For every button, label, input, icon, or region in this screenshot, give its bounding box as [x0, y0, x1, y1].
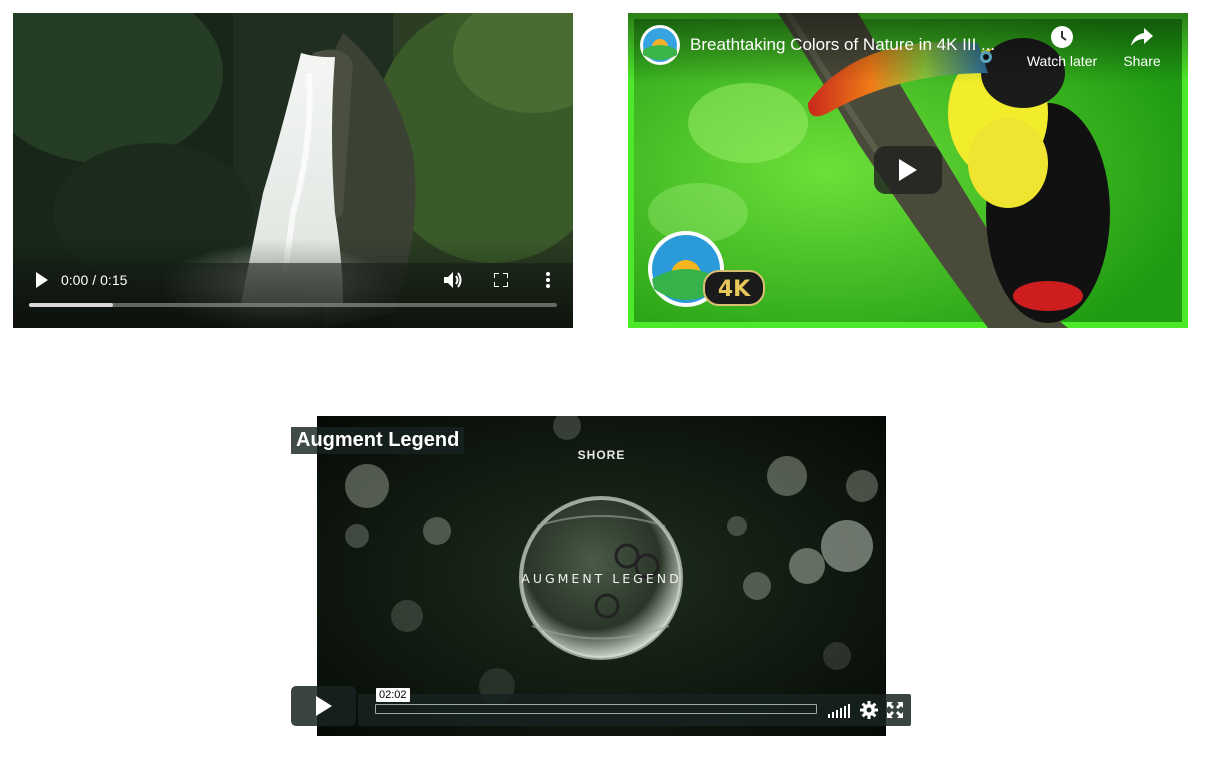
video-title-link[interactable]: Augment Legend: [291, 427, 465, 454]
fullscreen-button[interactable]: [491, 270, 511, 290]
volume-control[interactable]: [828, 702, 852, 718]
time-separator: /: [92, 272, 97, 288]
control-bar: 02:02: [358, 688, 911, 726]
duration: 0:15: [100, 272, 128, 288]
play-button[interactable]: [31, 269, 53, 291]
volume-icon: [444, 272, 462, 288]
channel-avatar-icon[interactable]: [640, 25, 680, 65]
settings-button[interactable]: [860, 701, 878, 719]
share-button[interactable]: Share: [1102, 25, 1182, 69]
vimeo-player[interactable]: SHORE AUGMENT LEGEND Augment Legend 02:0…: [291, 416, 911, 736]
play-icon: [899, 159, 917, 181]
4k-badge: 4K: [718, 277, 751, 302]
native-video-player[interactable]: 0:00 / 0:15: [13, 13, 573, 328]
fullscreen-icon: [887, 702, 903, 718]
video-title-link[interactable]: Breathtaking Colors of Nature in 4K III …: [690, 35, 1010, 55]
play-icon: [36, 272, 48, 288]
mute-button[interactable]: [441, 269, 465, 291]
video-center-title: AUGMENT LEGEND: [521, 571, 682, 586]
current-time: 0:00: [61, 272, 89, 288]
watch-later-label: Watch later: [1026, 53, 1098, 69]
clock-icon: [1051, 26, 1073, 48]
fullscreen-icon: [494, 273, 508, 287]
youtube-embed-player[interactable]: Breathtaking Colors of Nature in 4K III …: [628, 13, 1188, 328]
buffered-range: [29, 303, 113, 307]
time-tooltip: 02:02: [376, 688, 410, 702]
share-arrow-icon: [1131, 28, 1153, 46]
fullscreen-button[interactable]: [887, 702, 903, 718]
progress-bar[interactable]: 02:02: [375, 688, 817, 714]
more-options-button[interactable]: [541, 269, 555, 291]
volume-bars-icon: [828, 704, 850, 718]
seek-bar[interactable]: [29, 303, 557, 307]
play-button[interactable]: [291, 686, 356, 726]
channel-logo-icon: 4K: [648, 231, 765, 307]
share-label: Share: [1123, 53, 1161, 69]
more-vert-icon: [546, 272, 550, 288]
play-icon: [315, 696, 332, 716]
large-play-button[interactable]: [874, 146, 942, 194]
time-display: 0:00 / 0:15: [61, 272, 127, 288]
watch-later-button[interactable]: Watch later: [1022, 25, 1102, 69]
gear-icon: [860, 701, 878, 719]
